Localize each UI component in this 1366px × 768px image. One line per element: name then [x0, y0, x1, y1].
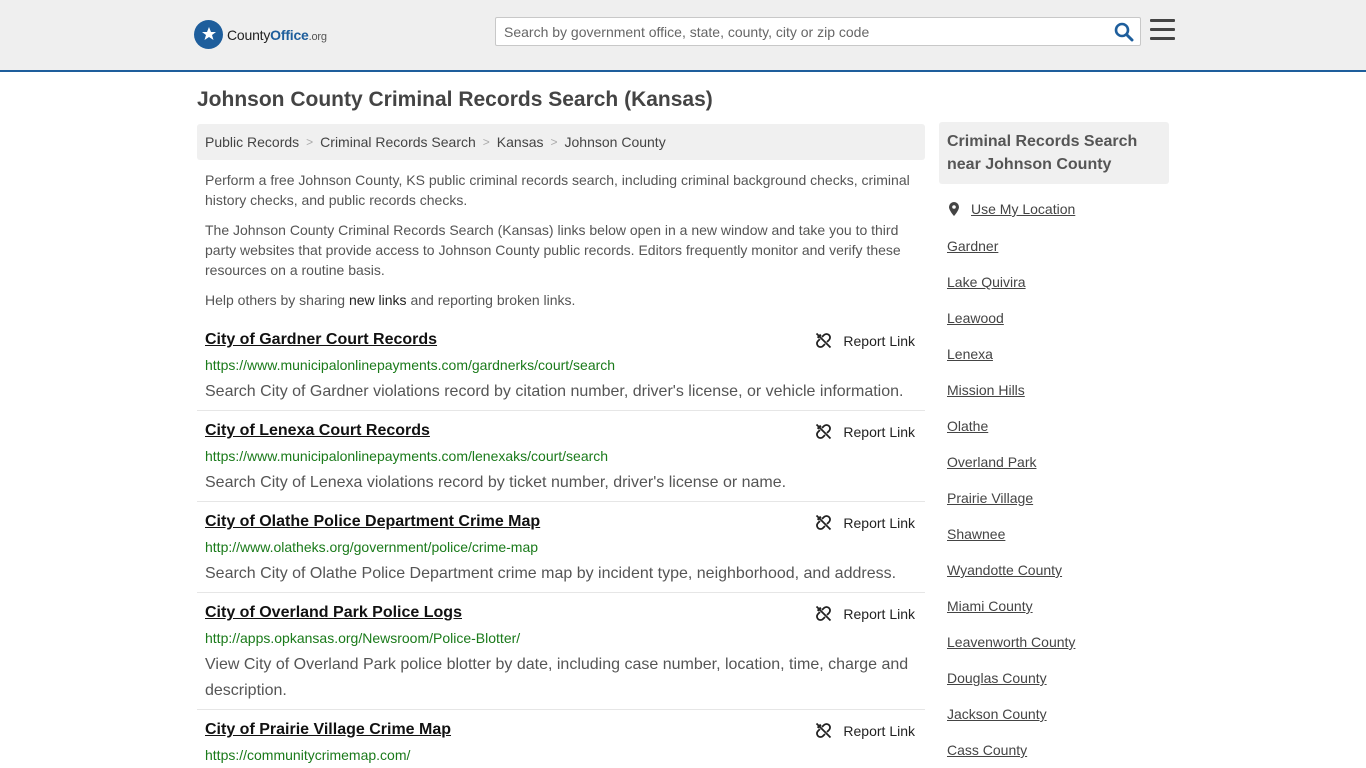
- sidebar-heading: Criminal Records Search near Johnson Cou…: [939, 122, 1169, 184]
- logo-tld: .org: [308, 30, 327, 43]
- listing-url-link[interactable]: https://communitycrimemap.com/: [205, 747, 410, 763]
- breadcrumb: Public Records > Criminal Records Search…: [197, 124, 925, 160]
- map-pin-icon: [949, 202, 959, 216]
- use-location: Use My Location: [947, 201, 1075, 217]
- sidebar-link-wyandotte-county[interactable]: Wyandotte County: [947, 562, 1062, 578]
- listing-url-link[interactable]: https://www.municipalonlinepayments.com/…: [205, 357, 615, 373]
- list-item: City of Gardner Court Records Report Lin…: [197, 331, 925, 411]
- search-icon[interactable]: [1114, 22, 1134, 42]
- breadcrumb-johnson-county: Johnson County: [564, 134, 666, 150]
- listing-url-link[interactable]: http://apps.opkansas.org/Newsroom/Police…: [205, 630, 520, 646]
- listing-title-link[interactable]: City of Overland Park Police Logs: [205, 604, 462, 622]
- broken-link-icon: [816, 722, 832, 739]
- listing-title-link[interactable]: City of Prairie Village Crime Map: [205, 721, 451, 739]
- logo-office: Office: [270, 26, 309, 43]
- sidebar-link-shawnee[interactable]: Shawnee: [947, 526, 1005, 542]
- logo-wordmark: CountyOffice.org: [227, 27, 327, 43]
- use-my-location-link[interactable]: Use My Location: [971, 201, 1075, 217]
- report-link-button[interactable]: Report Link: [815, 722, 915, 739]
- share-text: Help others by sharing: [205, 292, 349, 308]
- sidebar-link-prairie-village[interactable]: Prairie Village: [947, 490, 1033, 506]
- breadcrumb-criminal-records-search[interactable]: Criminal Records Search: [320, 134, 476, 150]
- report-link-label: Report Link: [843, 722, 915, 739]
- listing-description: Search City of Gardner violations record…: [205, 383, 904, 400]
- list-item: City of Prairie Village Crime Map Report…: [197, 721, 925, 768]
- report-link-label: Report Link: [843, 332, 915, 349]
- share-paragraph: Help others by sharing new links and rep…: [205, 290, 920, 310]
- breadcrumb-separator-icon: >: [482, 135, 490, 149]
- sidebar-link-douglas-county[interactable]: Douglas County: [947, 670, 1047, 686]
- sidebar-link-overland-park[interactable]: Overland Park: [947, 454, 1036, 470]
- listing-description: Search City of Olathe Police Department …: [205, 565, 897, 582]
- share-text-end: and reporting broken links.: [406, 292, 576, 308]
- site-logo[interactable]: CountyOffice.org: [194, 20, 327, 49]
- broken-link-icon: [816, 605, 832, 622]
- report-link-label: Report Link: [843, 514, 915, 531]
- broken-link-icon: [816, 423, 832, 440]
- page-title: Johnson County Criminal Records Search (…: [197, 88, 713, 111]
- broken-link-icon: [816, 332, 832, 349]
- list-item: City of Olathe Police Department Crime M…: [197, 513, 925, 593]
- breadcrumb-separator-icon: >: [550, 135, 558, 149]
- disclaimer-paragraph: The Johnson County Criminal Records Sear…: [205, 222, 901, 278]
- search-bar: [495, 17, 1141, 46]
- sidebar-link-leavenworth-county[interactable]: Leavenworth County: [947, 634, 1075, 650]
- report-link-label: Report Link: [843, 605, 915, 622]
- report-link-button[interactable]: Report Link: [815, 423, 915, 440]
- hamburger-menu-icon[interactable]: [1150, 19, 1175, 41]
- sidebar-link-mission-hills[interactable]: Mission Hills: [947, 382, 1025, 398]
- breadcrumb-public-records[interactable]: Public Records: [205, 134, 299, 150]
- breadcrumb-kansas[interactable]: Kansas: [497, 134, 544, 150]
- listing-description: Search City of Lenexa violations record …: [205, 474, 787, 491]
- listing-url-link[interactable]: http://www.olatheks.org/government/polic…: [205, 539, 538, 555]
- sidebar-link-cass-county[interactable]: Cass County: [947, 742, 1027, 758]
- logo-seal-icon: [194, 20, 223, 49]
- sidebar-link-lake-quivira[interactable]: Lake Quivira: [947, 274, 1026, 290]
- listing-description: View City of Overland Park police blotte…: [205, 656, 909, 699]
- list-item: City of Overland Park Police Logs Report…: [197, 604, 925, 710]
- listing-title-link[interactable]: City of Gardner Court Records: [205, 331, 437, 349]
- list-item: City of Lenexa Court Records Report Link…: [197, 422, 925, 502]
- listing-title-link[interactable]: City of Lenexa Court Records: [205, 422, 430, 440]
- listing-url-link[interactable]: https://www.municipalonlinepayments.com/…: [205, 448, 608, 464]
- search-input[interactable]: [496, 18, 1106, 45]
- sidebar-link-miami-county[interactable]: Miami County: [947, 598, 1033, 614]
- report-link-button[interactable]: Report Link: [815, 514, 915, 531]
- report-link-button[interactable]: Report Link: [815, 605, 915, 622]
- report-link-button[interactable]: Report Link: [815, 332, 915, 349]
- sidebar-link-olathe[interactable]: Olathe: [947, 418, 988, 434]
- sidebar-link-leawood[interactable]: Leawood: [947, 310, 1004, 326]
- sidebar-link-lenexa[interactable]: Lenexa: [947, 346, 993, 362]
- breadcrumb-separator-icon: >: [306, 135, 314, 149]
- sidebar-link-gardner[interactable]: Gardner: [947, 238, 998, 254]
- report-link-label: Report Link: [843, 423, 915, 440]
- broken-link-icon: [816, 514, 832, 531]
- intro-paragraph: Perform a free Johnson County, KS public…: [205, 172, 910, 208]
- new-links-link[interactable]: new links: [349, 292, 407, 308]
- logo-county: County: [227, 26, 271, 43]
- listing-title-link[interactable]: City of Olathe Police Department Crime M…: [205, 513, 540, 531]
- site-header: CountyOffice.org: [0, 0, 1366, 72]
- sidebar-link-jackson-county[interactable]: Jackson County: [947, 706, 1047, 722]
